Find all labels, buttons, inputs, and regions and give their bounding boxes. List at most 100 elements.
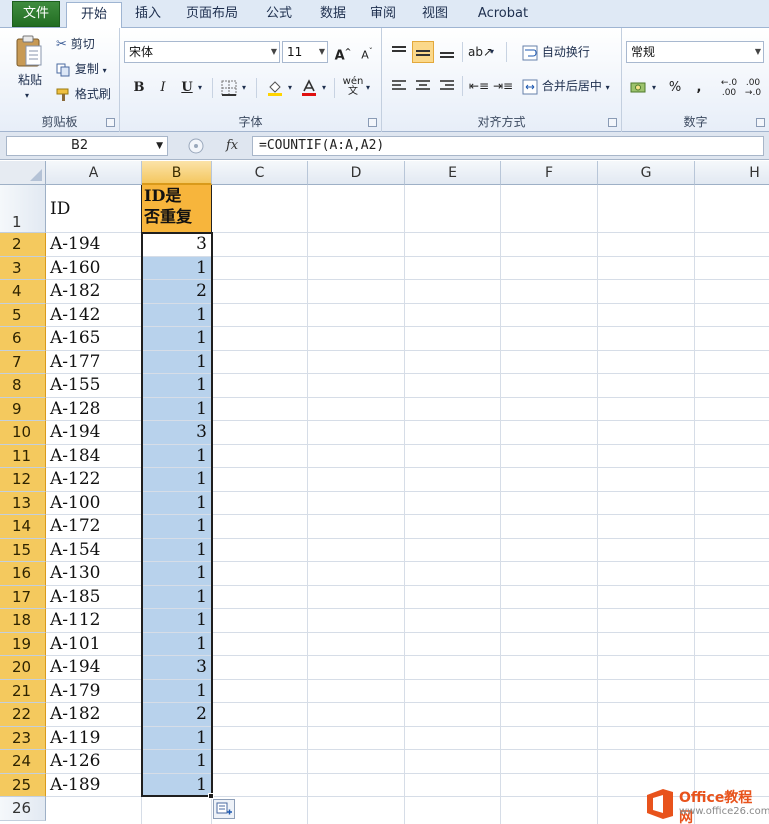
decrease-indent-button[interactable]: ⇤≡ [468, 75, 490, 97]
column-header-d[interactable]: D [308, 161, 405, 185]
cell-count[interactable]: 1 [142, 750, 212, 774]
column-header-f[interactable]: F [501, 161, 598, 185]
cell-id[interactable]: A-130 [46, 562, 142, 586]
column-header-a[interactable]: A [46, 161, 142, 185]
name-box[interactable]: B2 ▼ [6, 136, 168, 156]
cell-id[interactable]: A-165 [46, 327, 142, 351]
cell-count[interactable]: 1 [142, 515, 212, 539]
tab-ribbon-8[interactable]: Acrobat [470, 2, 536, 28]
row-header[interactable]: 22 [0, 703, 46, 727]
row-header[interactable]: 18 [0, 609, 46, 633]
row-header[interactable]: 21 [0, 679, 46, 703]
cell-id[interactable]: A-182 [46, 703, 142, 727]
chevron-down-icon[interactable]: ▾ [366, 78, 370, 98]
wrap-text-button[interactable]: 自动换行 [522, 42, 590, 62]
increase-indent-button[interactable]: ⇥≡ [492, 75, 514, 97]
cell-id[interactable]: A-185 [46, 585, 142, 609]
row-header[interactable]: 24 [0, 750, 46, 774]
select-all-button[interactable] [0, 161, 46, 185]
clipboard-dialog-launcher[interactable] [106, 118, 115, 127]
alignment-dialog-launcher[interactable] [608, 118, 617, 127]
row-header[interactable]: 23 [0, 726, 46, 750]
cell-id[interactable]: A-126 [46, 750, 142, 774]
row-header[interactable]: 12 [0, 468, 46, 492]
cell-count[interactable]: 3 [142, 233, 212, 257]
shrink-font-button[interactable]: Aˇ [356, 41, 378, 63]
align-right-button[interactable] [436, 75, 458, 97]
chevron-down-icon[interactable]: ▾ [288, 78, 292, 98]
formula-input[interactable]: =COUNTIF(A:A,A2) [252, 136, 764, 156]
cell-count[interactable]: 1 [142, 256, 212, 280]
chevron-down-icon[interactable]: ▾ [242, 78, 246, 98]
accounting-format-button[interactable] [628, 77, 650, 99]
row-header[interactable]: 10 [0, 421, 46, 445]
align-bottom-button[interactable] [436, 41, 458, 63]
row-header[interactable]: 11 [0, 444, 46, 468]
cell-count[interactable]: 1 [142, 468, 212, 492]
cell-count[interactable]: 1 [142, 609, 212, 633]
row-header[interactable]: 8 [0, 374, 46, 398]
row-header[interactable]: 17 [0, 585, 46, 609]
underline-button[interactable]: U [176, 77, 198, 99]
tab-ribbon-4[interactable]: 公式 [258, 2, 300, 28]
tab-file[interactable]: 文件 [12, 1, 60, 27]
tab-ribbon-7[interactable]: 视图 [414, 2, 456, 28]
cell-count[interactable]: 1 [142, 632, 212, 656]
cell-count[interactable]: 1 [142, 327, 212, 351]
cell-id[interactable]: A-128 [46, 397, 142, 421]
row-header[interactable]: 16 [0, 562, 46, 586]
row-header[interactable]: 6 [0, 327, 46, 351]
cell-count[interactable]: 1 [142, 374, 212, 398]
cell-count[interactable]: 1 [142, 444, 212, 468]
font-dialog-launcher[interactable] [368, 118, 377, 127]
tab-ribbon-6[interactable]: 审阅 [362, 2, 404, 28]
cell-id[interactable]: A-184 [46, 444, 142, 468]
cell-id[interactable]: A-189 [46, 773, 142, 797]
column-header-b[interactable]: B [142, 161, 212, 185]
row-header[interactable]: 20 [0, 656, 46, 680]
cell-id[interactable]: A-142 [46, 303, 142, 327]
tab-ribbon-3[interactable]: 页面布局 [180, 2, 244, 28]
chevron-down-icon[interactable]: ▾ [198, 78, 202, 98]
row-header[interactable]: 2 [0, 233, 46, 257]
cell-count[interactable]: 2 [142, 280, 212, 304]
cell-id[interactable]: A-177 [46, 350, 142, 374]
chevron-down-icon[interactable]: ▾ [490, 42, 494, 62]
decrease-decimal-button[interactable]: .00 →.0 [742, 77, 764, 99]
auto-fill-options-button[interactable] [213, 799, 235, 819]
column-header-c[interactable]: C [212, 161, 308, 185]
cell-count[interactable]: 2 [142, 703, 212, 727]
align-left-button[interactable] [388, 75, 410, 97]
font-color-button[interactable] [298, 77, 320, 99]
cell-count[interactable]: 1 [142, 350, 212, 374]
chevron-down-icon[interactable]: ▾ [652, 78, 656, 98]
cell-count[interactable]: 1 [142, 726, 212, 750]
cell-count[interactable]: 1 [142, 538, 212, 562]
cell-id[interactable]: A-179 [46, 679, 142, 703]
row-header[interactable]: 5 [0, 303, 46, 327]
cell-id[interactable]: A-155 [46, 374, 142, 398]
format-painter-button[interactable]: 格式刷 [56, 84, 111, 104]
row-header[interactable]: 14 [0, 515, 46, 539]
cell-id[interactable]: A-122 [46, 468, 142, 492]
cell-id[interactable]: A-119 [46, 726, 142, 750]
formula-bar-expander[interactable] [176, 136, 216, 156]
borders-button[interactable] [218, 77, 240, 99]
cell-id[interactable]: A-154 [46, 538, 142, 562]
align-middle-button[interactable] [412, 41, 434, 63]
merge-center-button[interactable]: 合并后居中 ▾ [522, 76, 610, 98]
number-format-combo[interactable]: 常规 ▼ [626, 41, 764, 63]
tab-ribbon-5[interactable]: 数据 [312, 2, 354, 28]
column-header-h[interactable]: H [695, 161, 769, 185]
cell-count[interactable]: 1 [142, 773, 212, 797]
number-dialog-launcher[interactable] [756, 118, 765, 127]
cell-id[interactable]: A-194 [46, 233, 142, 257]
row-header[interactable]: 9 [0, 397, 46, 421]
row-header[interactable]: 7 [0, 350, 46, 374]
cell-id[interactable]: A-101 [46, 632, 142, 656]
bold-button[interactable]: B [128, 77, 150, 99]
cell-id[interactable]: A-182 [46, 280, 142, 304]
comma-style-button[interactable]: , [688, 77, 710, 99]
cell-b1[interactable]: ID是 否重复 [142, 185, 212, 233]
fill-color-button[interactable] [264, 77, 286, 99]
